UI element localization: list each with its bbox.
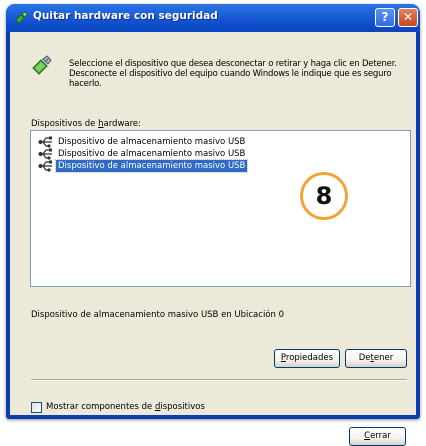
- stop-button[interactable]: Detener: [345, 349, 407, 368]
- remove-hardware-icon: [15, 11, 28, 24]
- instructions-text: Seleccione el dispositivo que desea desc…: [69, 59, 397, 89]
- remove-hardware-icon: [32, 55, 52, 75]
- step-number-badge: 8: [300, 172, 348, 220]
- device-location-status: Dispositivo de almacenamiento masivo USB…: [31, 310, 284, 320]
- usb-device-icon: [38, 148, 52, 160]
- show-components-checkbox[interactable]: [31, 402, 42, 413]
- device-label: Dispositivo de almacenamiento masivo USB: [58, 149, 246, 159]
- help-icon: ?: [381, 10, 389, 24]
- device-label: Dispositivo de almacenamiento masivo USB: [54, 159, 249, 173]
- hardware-devices-list[interactable]: Dispositivo de almacenamiento masivo USB…: [30, 130, 411, 287]
- close-window-button[interactable]: ✕: [398, 8, 418, 27]
- device-label: Dispositivo de almacenamiento masivo USB: [58, 137, 246, 147]
- show-components-label[interactable]: Mostrar componentes de dispositivos: [46, 402, 205, 412]
- usb-device-icon: [38, 136, 52, 148]
- divider: [31, 379, 407, 381]
- properties-button[interactable]: Propiedades: [274, 349, 340, 368]
- close-icon: ✕: [402, 10, 414, 24]
- help-button[interactable]: ?: [375, 8, 395, 27]
- hardware-devices-label: Dispositivos de hardware:: [31, 119, 142, 129]
- window-title: Quitar hardware con seguridad: [33, 10, 218, 22]
- dialog-window: Quitar hardware con seguridad ? ✕ Selecc…: [6, 4, 420, 446]
- dialog-body: Seleccione el dispositivo que desea desc…: [10, 32, 416, 446]
- list-item-selected[interactable]: Dispositivo de almacenamiento masivo USB: [38, 159, 249, 173]
- list-item[interactable]: Dispositivo de almacenamiento masivo USB: [38, 136, 247, 148]
- usb-device-icon: [38, 160, 52, 172]
- close-button[interactable]: Cerrar: [349, 427, 406, 446]
- list-item[interactable]: Dispositivo de almacenamiento masivo USB: [38, 148, 247, 160]
- title-bar[interactable]: Quitar hardware con seguridad ? ✕: [6, 4, 420, 32]
